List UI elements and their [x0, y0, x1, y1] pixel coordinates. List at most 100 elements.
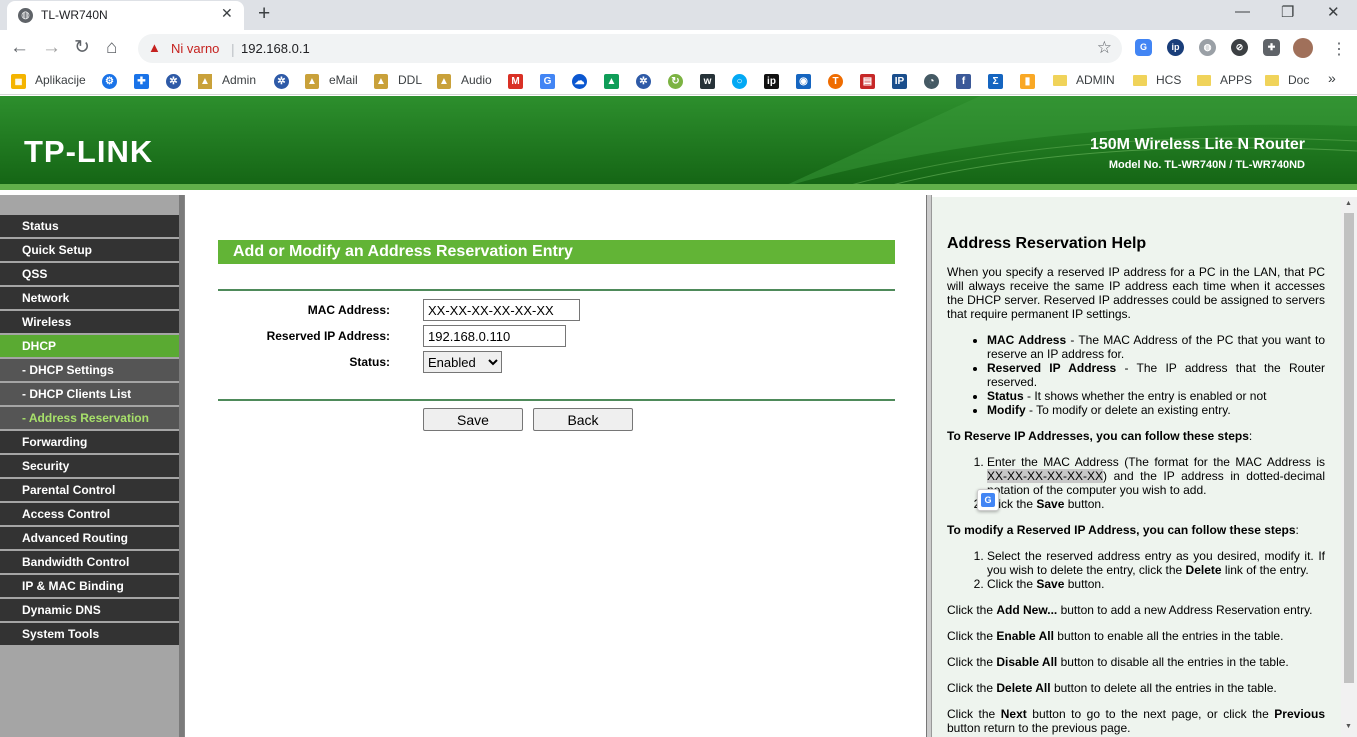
maximize-button[interactable]: ❐	[1281, 3, 1294, 21]
menu-item-forwarding[interactable]: Forwarding	[0, 431, 179, 453]
reload-button[interactable]: ↻	[74, 37, 90, 59]
form-title: Add or Modify an Address Reservation Ent…	[218, 240, 895, 264]
bookmark-folder-apps[interactable]: APPS	[1220, 73, 1252, 87]
drive-bookmark-icon[interactable]: ▲	[604, 74, 619, 89]
menu-item-status[interactable]: Status	[0, 215, 179, 237]
wifi-bookmark-icon[interactable]: ◉	[796, 74, 811, 89]
admin-bookmark-icon[interactable]: ▲	[198, 74, 212, 89]
ip-extension-icon[interactable]: ip	[1167, 39, 1184, 56]
menu-item-advanced-routing[interactable]: Advanced Routing	[0, 527, 179, 549]
menu-item-ip-mac-binding[interactable]: IP & MAC Binding	[0, 575, 179, 597]
close-window-button[interactable]: ✕	[1327, 3, 1340, 21]
speed-bookmark-icon[interactable]: ◔	[924, 74, 939, 89]
status-select[interactable]: Enabled	[423, 351, 502, 373]
analytics-bookmark-icon[interactable]: ▮	[1020, 74, 1035, 89]
home-button[interactable]: ⌂	[106, 37, 117, 59]
close-tab-icon[interactable]: ✕	[221, 5, 233, 22]
folder-icon[interactable]	[1053, 75, 1067, 86]
minimize-button[interactable]: —	[1235, 3, 1250, 20]
w-bookmark-icon[interactable]: w	[700, 74, 715, 89]
bookmark-ddl[interactable]: DDL	[398, 73, 422, 87]
tab-tl-wr740n[interactable]: ◍ TL-WR740N ✕	[7, 1, 244, 30]
menu-item-wireless[interactable]: Wireless	[0, 311, 179, 333]
bookmark-folder-admin[interactable]: ADMIN	[1076, 73, 1115, 87]
sigma-bookmark-icon[interactable]: Σ	[988, 74, 1003, 89]
menu-list: Status Quick Setup QSS Network Wireless DHCP -…	[0, 215, 179, 647]
cloud-bookmark-icon[interactable]: ☁	[572, 74, 587, 89]
puzzle-bookmark-icon[interactable]: ✚	[134, 74, 149, 89]
apps-grid-icon[interactable]: ▦	[11, 74, 26, 89]
menu-item-dhcp[interactable]: DHCP	[0, 335, 179, 357]
network-bookmark-icon-2[interactable]: ✲	[274, 74, 289, 89]
security-status[interactable]: Ni varno	[171, 41, 219, 56]
network-bookmark-icon-3[interactable]: ✲	[636, 74, 651, 89]
menu-item-quick-setup[interactable]: Quick Setup	[0, 239, 179, 261]
menu-item-access-control[interactable]: Access Control	[0, 503, 179, 525]
back-button[interactable]: ←	[10, 37, 29, 59]
help-reserve-step: Click the Save button.	[987, 497, 1325, 511]
help-desc: - It shows whether the entry is enabled …	[1023, 389, 1267, 403]
globe-extension-icon[interactable]: ◍	[1199, 39, 1216, 56]
gmail-bookmark-icon[interactable]: M	[508, 74, 523, 89]
menu-item-parental-control[interactable]: Parental Control	[0, 479, 179, 501]
save-button[interactable]: Save	[423, 408, 523, 431]
bookmark-audio[interactable]: Audio	[461, 73, 492, 87]
folder-icon-doc[interactable]	[1265, 75, 1279, 86]
audio-bookmark-icon[interactable]: ▲	[437, 74, 451, 89]
mac-address-label: MAC Address:	[307, 303, 390, 317]
translate-popup-icon[interactable]: G	[977, 489, 999, 511]
address-bar[interactable]: ▲ Ni varno | 192.168.0.1 ☆	[138, 34, 1122, 63]
menu-item-network[interactable]: Network	[0, 287, 179, 309]
mac-address-input[interactable]	[423, 299, 580, 321]
forward-button[interactable]: →	[42, 37, 61, 59]
bookmark-folder-doc[interactable]: Doc	[1288, 73, 1309, 87]
translate-bookmark-icon[interactable]: G	[540, 74, 555, 89]
bookmark-star-icon[interactable]: ☆	[1097, 38, 1112, 58]
new-tab-button[interactable]: +	[258, 2, 270, 26]
warning-icon[interactable]: ▲	[148, 40, 161, 55]
back-button-form[interactable]: Back	[533, 408, 633, 431]
google-translate-icon[interactable]: G	[1135, 39, 1152, 56]
menu-item-dynamic-dns[interactable]: Dynamic DNS	[0, 599, 179, 621]
reserved-ip-label: Reserved IP Address:	[266, 329, 390, 343]
menu-item-security[interactable]: Security	[0, 455, 179, 477]
profile-avatar[interactable]	[1293, 38, 1313, 58]
help-text: button return to the previous page.	[947, 721, 1131, 735]
network-bookmark-icon[interactable]: ✲	[166, 74, 181, 89]
more-bookmarks-icon[interactable]: »	[1328, 70, 1336, 86]
menu-item-qss[interactable]: QSS	[0, 263, 179, 285]
menu-item-system-tools[interactable]: System Tools	[0, 623, 179, 645]
ip-bookmark-icon[interactable]: ip	[764, 74, 779, 89]
bookmark-folder-hcs[interactable]: HCS	[1156, 73, 1181, 87]
scroll-thumb[interactable]	[1344, 213, 1354, 683]
ring-bookmark-icon[interactable]: ○	[732, 74, 747, 89]
reserved-ip-input[interactable]	[423, 325, 566, 347]
sync-bookmark-icon[interactable]: ↻	[668, 74, 683, 89]
url-text[interactable]: 192.168.0.1	[241, 41, 310, 56]
ddl-bookmark-icon[interactable]: ▲	[374, 74, 388, 89]
puzzle-extensions-icon[interactable]: ✚	[1263, 39, 1280, 56]
bookmark-admin[interactable]: Admin	[222, 73, 256, 87]
t-bookmark-icon[interactable]: T	[828, 74, 843, 89]
help-text: Click the	[947, 603, 997, 617]
menu-item-dhcp-clients-list[interactable]: - DHCP Clients List	[0, 383, 179, 405]
help-scrollbar[interactable]: ▲ ▼	[1341, 197, 1357, 737]
gear-bookmark-icon[interactable]: ⚙	[102, 74, 117, 89]
menu-item-address-reservation[interactable]: - Address Reservation	[0, 407, 179, 429]
facebook-bookmark-icon[interactable]: f	[956, 74, 971, 89]
folder-icon-apps[interactable]	[1197, 75, 1211, 86]
help-intro: When you specify a reserved IP address f…	[947, 265, 1325, 321]
bookmark-email[interactable]: eMail	[329, 73, 358, 87]
scroll-up-arrow-icon[interactable]: ▲	[1345, 200, 1352, 207]
news-bookmark-icon[interactable]: ▤	[860, 74, 875, 89]
email-bookmark-icon[interactable]: ▲	[305, 74, 319, 89]
blocker-extension-icon[interactable]: ⊘	[1231, 39, 1248, 56]
menu-item-bandwidth-control[interactable]: Bandwidth Control	[0, 551, 179, 573]
browser-menu-icon[interactable]: ⋮	[1331, 39, 1347, 59]
menu-item-dhcp-settings[interactable]: - DHCP Settings	[0, 359, 179, 381]
ip-info-bookmark-icon[interactable]: IP	[892, 74, 907, 89]
bookmark-aplikacije[interactable]: Aplikacije	[35, 73, 86, 87]
scroll-down-arrow-icon[interactable]: ▼	[1345, 723, 1352, 730]
folder-icon-hcs[interactable]	[1133, 75, 1147, 86]
help-modify-heading: To modify a Reserved IP Address, you can…	[947, 523, 1299, 537]
